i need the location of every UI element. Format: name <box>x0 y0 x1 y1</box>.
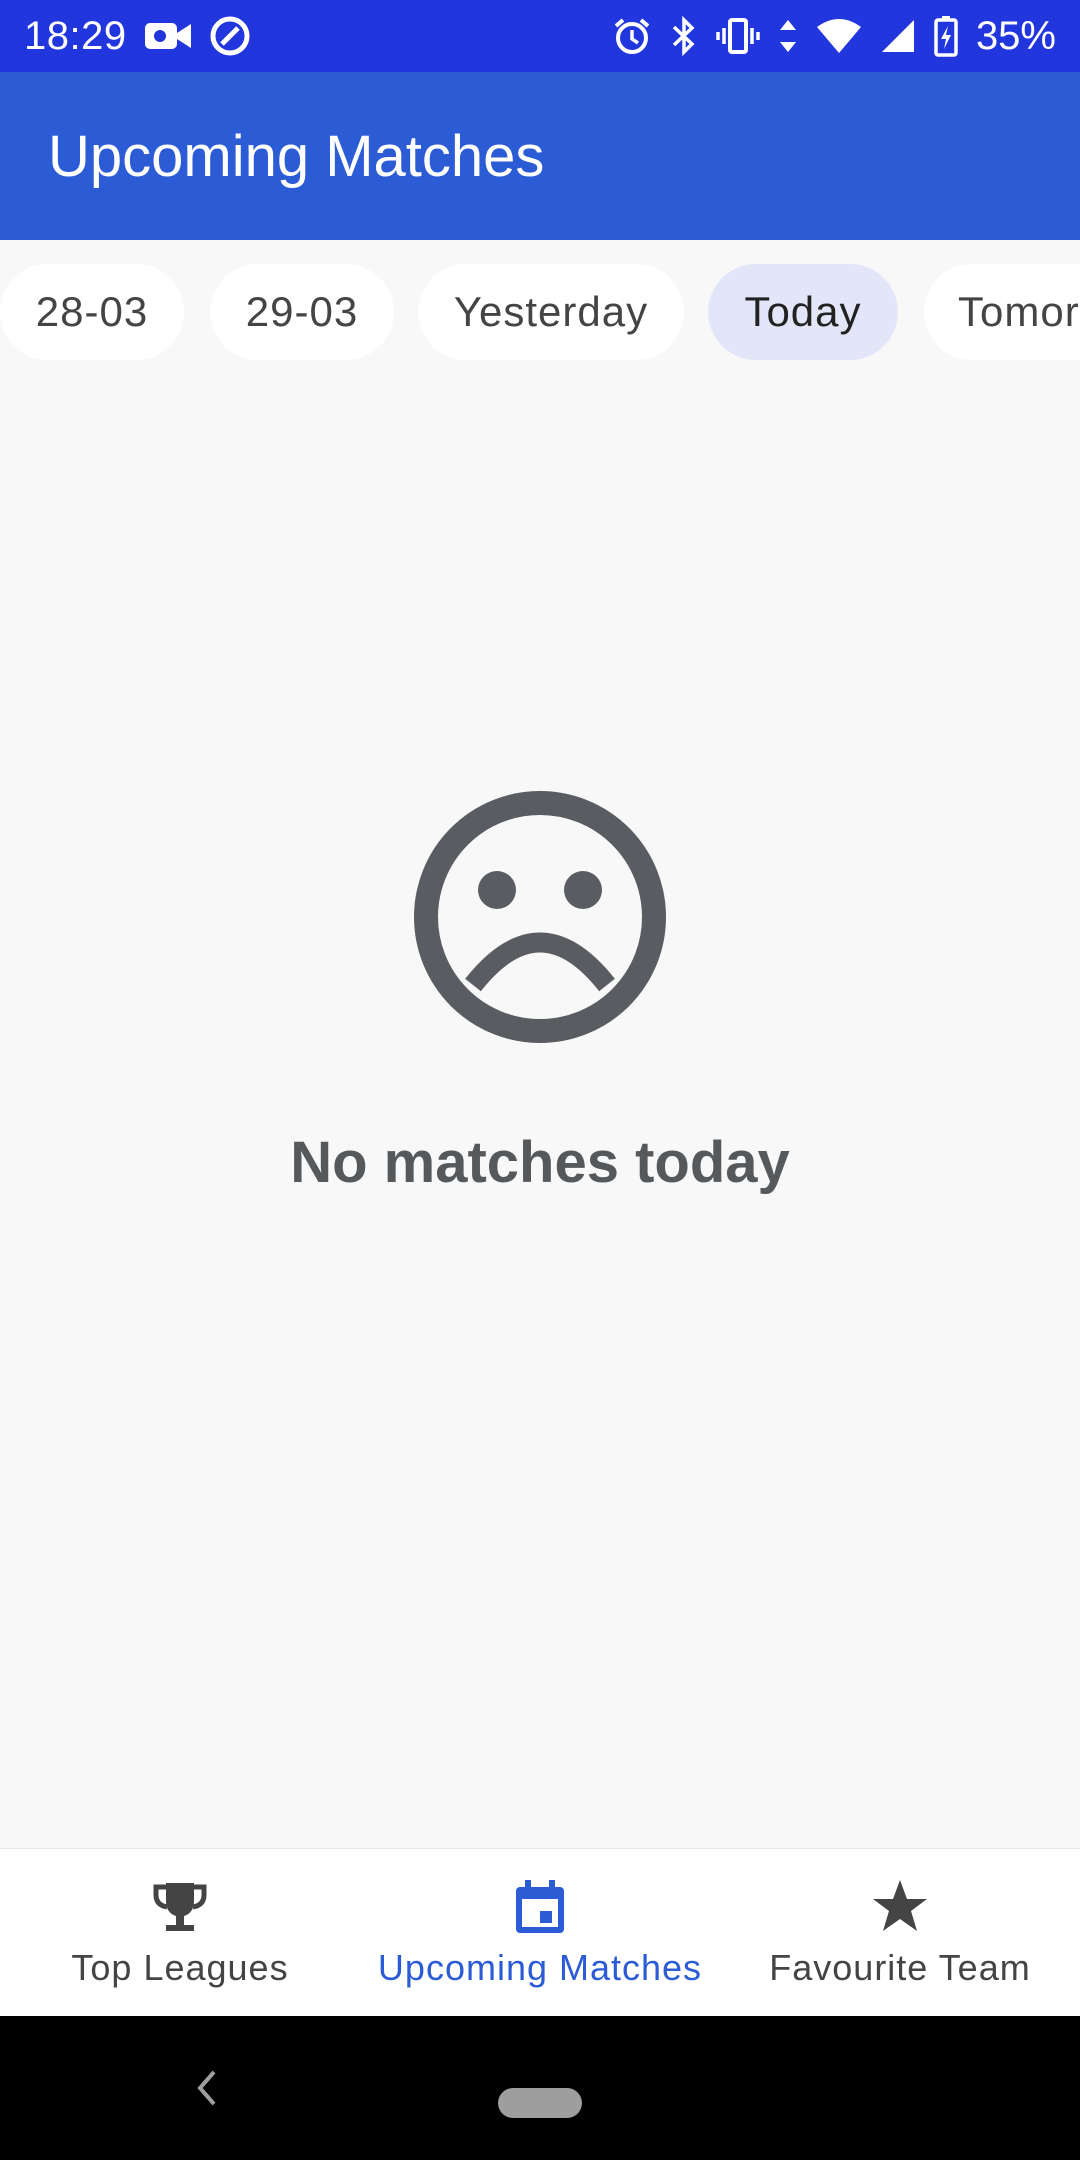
alarm-icon <box>612 16 652 56</box>
star-icon <box>870 1877 930 1937</box>
data-saver-icon <box>209 15 251 57</box>
calendar-icon <box>510 1877 570 1937</box>
chip-label: Yesterday <box>453 288 649 335</box>
empty-state: No matches today <box>0 790 1080 1196</box>
wifi-icon <box>816 17 862 55</box>
data-arrows-icon <box>778 16 798 56</box>
chip-today[interactable]: Today <box>708 264 898 360</box>
video-icon <box>144 19 191 53</box>
chip-28-03[interactable]: 28-03 <box>0 264 184 360</box>
chip-label: 28-03 <box>35 288 149 335</box>
chip-tomorrow[interactable]: Tomorrow <box>924 264 1080 360</box>
chip-label: Today <box>744 288 862 335</box>
chip-yesterday[interactable]: Yesterday <box>418 264 684 360</box>
bottom-nav: Top Leagues Upcoming Matches Favourite T… <box>0 1848 1080 2016</box>
system-nav-bar <box>0 2016 1080 2160</box>
status-right: 35% <box>612 14 1056 59</box>
nav-top-leagues[interactable]: Top Leagues <box>0 1849 360 2016</box>
bluetooth-icon <box>670 16 698 56</box>
vibrate-icon <box>716 16 760 56</box>
nav-favourite-team[interactable]: Favourite Team <box>720 1849 1080 2016</box>
status-bar: 18:29 35% <box>0 0 1080 72</box>
nav-label: Favourite Team <box>769 1946 1031 1988</box>
chip-label: 29-03 <box>245 288 359 335</box>
page-title: Upcoming Matches <box>48 123 545 189</box>
empty-message: No matches today <box>290 1130 790 1195</box>
nav-upcoming-matches[interactable]: Upcoming Matches <box>360 1849 720 2016</box>
battery-charging-icon <box>934 15 958 57</box>
date-chip-row[interactable]: 28-03 29-03 Yesterday Today Tomorrow <box>0 240 1080 380</box>
back-icon[interactable] <box>192 2066 222 2115</box>
trophy-icon <box>150 1877 210 1937</box>
app-bar: Upcoming Matches <box>0 72 1080 240</box>
status-time: 18:29 <box>24 13 127 58</box>
home-pill[interactable] <box>498 2088 582 2118</box>
chip-29-03[interactable]: 29-03 <box>210 264 394 360</box>
nav-label: Top Leagues <box>71 1946 289 1988</box>
status-left: 18:29 <box>24 14 251 59</box>
battery-percent: 35% <box>975 13 1056 58</box>
chip-label: Tomorrow <box>958 288 1080 335</box>
nav-label: Upcoming Matches <box>377 1946 703 1988</box>
signal-icon <box>880 18 916 54</box>
sad-face-icon <box>413 790 667 1049</box>
